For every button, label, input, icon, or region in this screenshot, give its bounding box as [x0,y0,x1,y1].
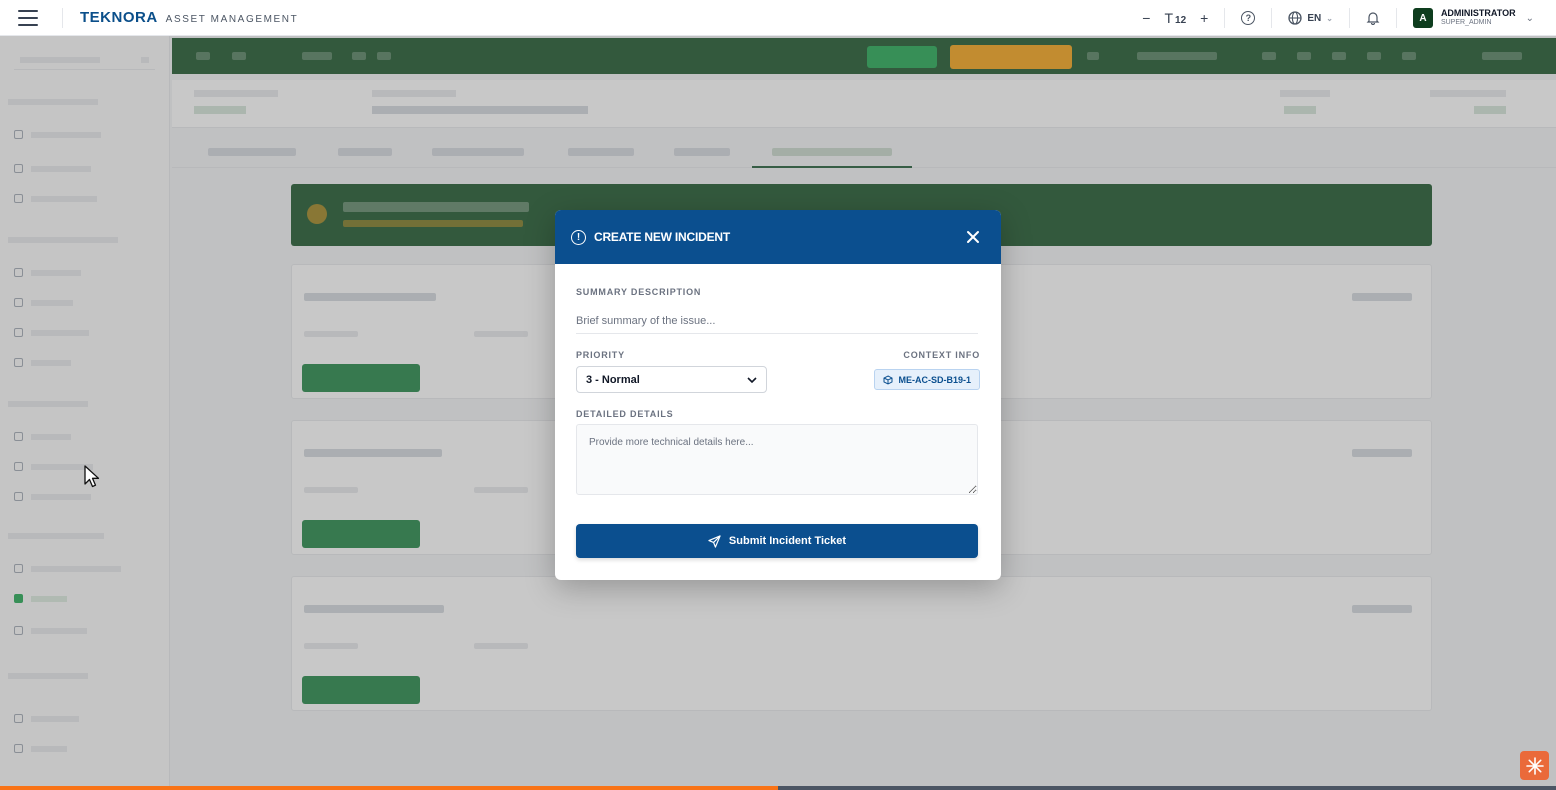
summary-input[interactable] [576,308,978,334]
chevron-down-icon [747,376,757,383]
brand: TEKNORA ASSET MANAGEMENT [80,9,298,26]
alert-circle-icon: ! [571,229,586,245]
brand-subtitle: ASSET MANAGEMENT [165,14,299,25]
close-icon[interactable] [963,227,983,247]
details-textarea[interactable] [576,424,978,495]
sparkle-icon [1525,756,1544,775]
language-label: EN [1307,12,1322,24]
priority-select[interactable]: 3 - Normal [576,366,767,393]
chevron-down-icon: ⌄ [1525,12,1534,24]
font-size-control: − T 12 + [1142,10,1208,26]
modal-header: ! CREATE NEW INCIDENT [555,210,1001,264]
cube-icon [883,374,893,385]
divider [1271,8,1273,28]
submit-incident-button[interactable]: Submit Incident Ticket [576,524,978,558]
progress-fill [0,786,778,790]
divider [1224,8,1226,28]
font-increase-button[interactable]: + [1200,10,1208,26]
font-decrease-button[interactable]: − [1142,10,1150,26]
bell-icon [1366,12,1380,25]
user-role: SUPER_ADMIN [1440,19,1492,26]
divider [62,8,63,28]
modal-title: CREATE NEW INCIDENT [594,230,730,244]
divider [1395,8,1397,28]
language-selector[interactable]: EN ⌄ [1288,11,1333,25]
details-label: DETAILED DETAILS [576,409,674,419]
priority-selected-value: 3 - Normal [586,373,640,386]
context-info-value: ME-AC-SD-B19-1 [898,374,971,385]
text-size-icon: T [1164,10,1174,26]
globe-icon [1288,11,1302,25]
topbar-right: − T 12 + ? EN ⌄ A ADMINISTRATOR SUPER_ADM… [1142,0,1534,36]
help-button[interactable]: ? [1241,11,1256,25]
user-menu[interactable]: A ADMINISTRATOR SUPER_ADMIN ⌄ [1412,8,1534,28]
priority-label: PRIORITY [576,350,625,360]
progress-bar [0,786,1556,790]
assistant-widget-button[interactable] [1520,751,1549,780]
help-icon: ? [1241,11,1256,25]
mouse-cursor-icon [84,465,100,488]
send-icon [708,534,721,548]
context-info-label: CONTEXT INFO [903,350,980,360]
user-info: ADMINISTRATOR SUPER_ADMIN [1441,9,1516,27]
top-bar: TEKNORA ASSET MANAGEMENT − T 12 + ? EN ⌄ … [0,0,1556,36]
user-name: ADMINISTRATOR [1440,8,1516,18]
avatar: A [1412,8,1433,28]
font-size-display: T 12 [1164,10,1186,26]
context-info-badge: ME-AC-SD-B19-1 [874,369,980,390]
notifications-button[interactable] [1366,11,1380,25]
submit-label: Submit Incident Ticket [728,535,847,547]
summary-label: SUMMARY DESCRIPTION [576,287,702,297]
brand-logo: TEKNORA [80,9,158,26]
font-size-value: 12 [1175,15,1187,26]
create-incident-modal: ! CREATE NEW INCIDENT SUMMARY DESCRIPTIO… [555,210,1001,580]
divider [1348,8,1350,28]
menu-icon[interactable] [18,10,38,26]
chevron-down-icon: ⌄ [1326,13,1333,23]
